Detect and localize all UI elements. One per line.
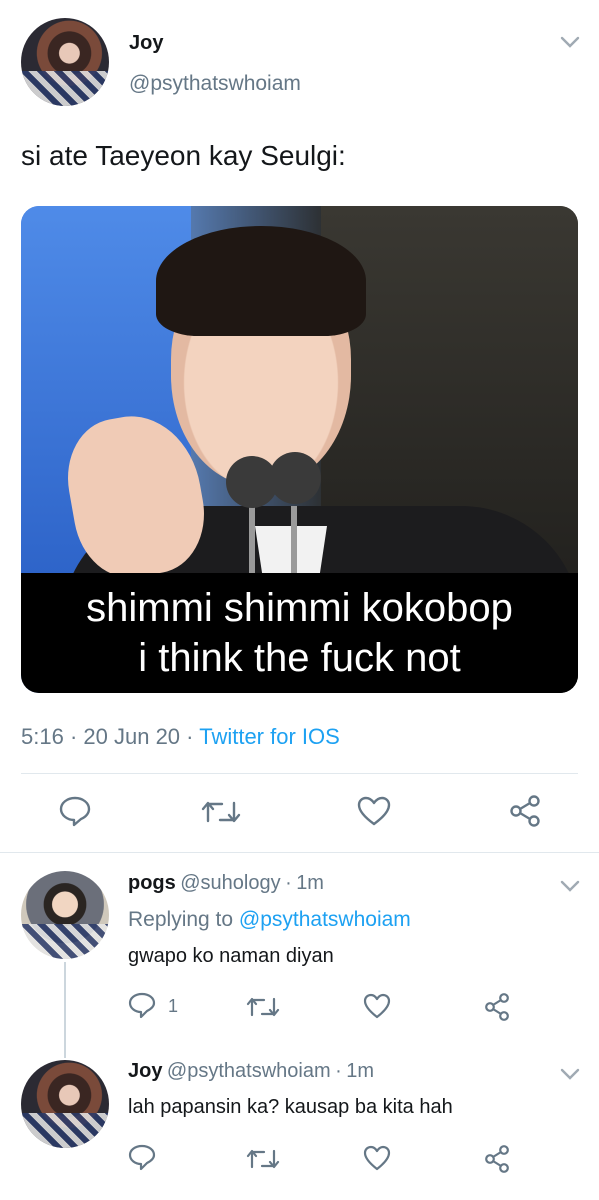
reply-icon[interactable]	[58, 795, 92, 827]
retweet-icon[interactable]	[245, 994, 281, 1020]
share-icon[interactable]	[483, 1144, 511, 1174]
reply-age: 1m	[346, 1060, 374, 1082]
avatar-image	[21, 70, 109, 106]
meta-separator: ·	[186, 724, 194, 749]
image-caption-line2: i think the fuck not	[138, 636, 461, 680]
chevron-down-icon[interactable]	[560, 876, 580, 899]
author-avatar[interactable]	[21, 18, 109, 106]
heart-icon[interactable]	[357, 796, 391, 826]
replying-to: Replying to @psythatswhoiam	[128, 908, 411, 932]
image-mic-right	[269, 452, 321, 504]
image-hair	[156, 226, 366, 336]
replying-to-label: Replying to	[128, 908, 234, 931]
share-icon[interactable]	[508, 794, 542, 828]
heart-icon[interactable]	[363, 993, 391, 1019]
reply-header: pogs @suhology · 1m	[128, 872, 324, 895]
chevron-down-icon[interactable]	[560, 32, 580, 55]
retweet-icon[interactable]	[245, 1146, 281, 1172]
chevron-down-icon[interactable]	[560, 1064, 580, 1087]
reply-icon[interactable]	[128, 992, 156, 1019]
tweet-source[interactable]: Twitter for IOS	[199, 724, 340, 749]
tweet-time: 5:16	[21, 724, 64, 749]
meta-separator: ·	[335, 1060, 342, 1082]
reply-icon[interactable]	[128, 1144, 156, 1171]
image-caption: shimmi shimmi kokobop i think the fuck n…	[21, 573, 578, 693]
image-caption-line1: shimmi shimmi kokobop	[86, 586, 513, 630]
reply-text: lah papansin ka? kausap ba kita hah	[128, 1096, 453, 1118]
author-name[interactable]: Joy	[129, 32, 163, 55]
reply-header: Joy @psythatswhoiam · 1m	[128, 1060, 374, 1083]
meta-separator: ·	[69, 724, 78, 749]
reply-avatar[interactable]	[21, 871, 109, 959]
reply-text: gwapo ko naman diyan	[128, 945, 334, 967]
share-icon[interactable]	[483, 992, 511, 1022]
reply-author-name[interactable]: Joy	[128, 1060, 162, 1082]
reply-author-handle[interactable]: @suhology	[180, 872, 280, 894]
tweet-meta: 5:16 · 20 Jun 20 · Twitter for IOS	[21, 724, 340, 750]
divider	[21, 773, 578, 774]
tweet-image[interactable]: shimmi shimmi kokobop i think the fuck n…	[21, 206, 578, 693]
heart-icon[interactable]	[363, 1145, 391, 1171]
author-handle[interactable]: @psythatswhoiam	[129, 72, 301, 96]
avatar-image	[21, 923, 109, 959]
thread-connector	[64, 962, 66, 1058]
reply-avatar[interactable]	[21, 1060, 109, 1148]
replying-to-handle[interactable]: @psythatswhoiam	[239, 908, 411, 931]
reply-author-name[interactable]: pogs	[128, 872, 176, 894]
section-divider	[0, 852, 599, 853]
meta-separator: ·	[285, 872, 292, 894]
tweet-text: si ate Taeyeon kay Seulgi:	[21, 140, 346, 171]
tweet-date: 20 Jun 20	[83, 724, 181, 749]
avatar-image	[21, 1112, 109, 1148]
reply-age: 1m	[296, 872, 324, 894]
reply-author-handle[interactable]: @psythatswhoiam	[167, 1060, 331, 1082]
reply-count: 1	[168, 996, 179, 1016]
retweet-icon[interactable]	[200, 797, 242, 827]
